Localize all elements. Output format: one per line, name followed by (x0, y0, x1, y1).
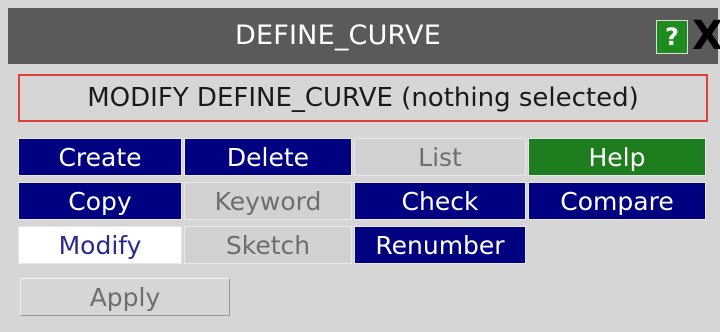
copy-button[interactable]: Copy (18, 182, 182, 220)
check-button[interactable]: Check (354, 182, 526, 220)
create-button[interactable]: Create (18, 138, 182, 176)
define-curve-panel: DEFINE_CURVE ? X MODIFY DEFINE_CURVE (no… (0, 0, 720, 332)
modify-button[interactable]: Modify (18, 226, 182, 264)
close-icon[interactable]: X (692, 16, 720, 56)
compare-button[interactable]: Compare (528, 182, 706, 220)
sketch-button[interactable]: Sketch (184, 226, 352, 264)
help-question-icon[interactable]: ? (656, 20, 688, 54)
renumber-button[interactable]: Renumber (354, 226, 526, 264)
delete-button[interactable]: Delete (184, 138, 352, 176)
window-title: DEFINE_CURVE (235, 20, 441, 51)
status-message: MODIFY DEFINE_CURVE (nothing selected) (18, 74, 708, 122)
apply-button[interactable]: Apply (20, 278, 230, 316)
keyword-button[interactable]: Keyword (184, 182, 352, 220)
help-button[interactable]: Help (528, 138, 706, 176)
title-bar[interactable]: DEFINE_CURVE ? X (8, 8, 720, 64)
list-button[interactable]: List (354, 138, 526, 176)
